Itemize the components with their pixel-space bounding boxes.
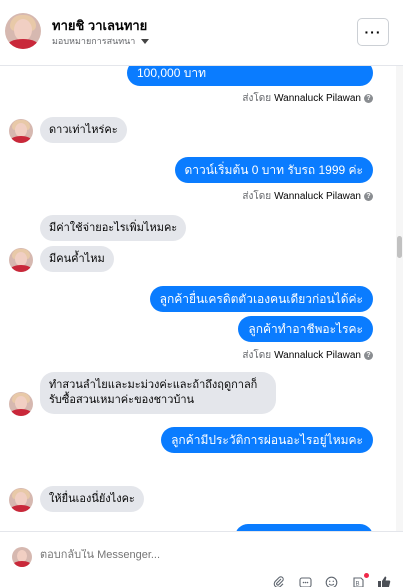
contact-avatar-small[interactable] (9, 392, 33, 416)
attachment-icon[interactable] (271, 574, 287, 587)
reply-composer: B (0, 531, 403, 587)
incoming-message[interactable]: ให้ยื่นเองนี่ยังไงคะ (40, 486, 144, 512)
help-icon[interactable]: ? (364, 351, 373, 360)
outgoing-message[interactable]: ดาวน์เริ่มต้น 0 บาท รับรถ 1999 ค่ะ (174, 157, 373, 183)
outgoing-message[interactable]: ลูกค้ามีประวัติการผ่อนอะไรอยู่ไหมคะ (161, 427, 373, 453)
emoji-icon[interactable] (323, 574, 339, 587)
outgoing-message[interactable]: ลูกค้าทำอาชีพอะไรคะ (238, 316, 373, 342)
notification-dot (364, 573, 369, 578)
conversation-header: ทายชิ วาเลนทาย มอบหมายการสนทนา ··· (0, 0, 403, 66)
scrollbar-thumb[interactable] (397, 236, 402, 258)
contact-avatar[interactable] (5, 13, 41, 49)
incoming-message[interactable]: ทำสวนลำไยและมะม่วงค่ะและถ้าถึงฤดูกาลก็รั… (40, 372, 276, 414)
like-icon[interactable] (376, 574, 392, 587)
incoming-message[interactable]: ดาวเท่าไหร่คะ (40, 117, 127, 143)
contact-name[interactable]: ทายชิ วาเลนทาย (52, 15, 147, 36)
sent-by-info: ส่งโดย Wannaluck Pilawan ? (242, 189, 373, 204)
reply-input[interactable] (40, 549, 340, 561)
incoming-message[interactable]: มีค่าใช้จ่ายอะไรเพิ่มไหมคะ (40, 215, 187, 241)
help-icon[interactable]: ? (364, 192, 373, 201)
gif-icon[interactable] (297, 574, 313, 587)
thread-scrollbar[interactable] (396, 66, 403, 531)
sent-by-info: ส่งโดย Wannaluck Pilawan ? (242, 91, 373, 106)
more-options-button[interactable]: ··· (357, 18, 389, 46)
assign-conversation-label: มอบหมายการสนทนา (52, 36, 136, 46)
contact-avatar-small[interactable] (9, 248, 33, 272)
contact-avatar-small[interactable] (9, 119, 33, 143)
assign-conversation-dropdown[interactable]: มอบหมายการสนทนา (52, 34, 150, 48)
page-avatar (12, 547, 32, 567)
help-icon[interactable]: ? (364, 94, 373, 103)
sent-by-info: ส่งโดย Wannaluck Pilawan ? (242, 348, 373, 363)
outgoing-message[interactable]: ลูกค้ายื่นเครดิตตัวเองคนเดียวก่อนได้ค่ะ (149, 286, 373, 312)
contact-avatar-small[interactable] (9, 488, 33, 512)
outgoing-message[interactable]: 100,000 บาท (127, 66, 373, 86)
incoming-message[interactable]: มีคนค้ำไหม (40, 246, 114, 272)
svg-text:B: B (355, 581, 359, 587)
caret-down-icon (141, 38, 150, 44)
outgoing-message-partial[interactable] (235, 524, 373, 531)
message-thread[interactable]: 100,000 บาท ส่งโดย Wannaluck Pilawan ? ด… (0, 66, 395, 531)
